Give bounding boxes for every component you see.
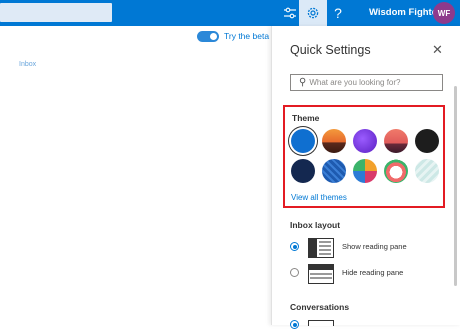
settings-search-input[interactable]: ⚲ What are you looking for? — [290, 74, 443, 91]
search-icon: ⚲ — [299, 77, 307, 88]
conversations-icon — [308, 320, 334, 326]
theme-swatch-desert[interactable] — [384, 129, 408, 153]
avatar-initials: WF — [437, 8, 451, 18]
theme-swatch-purple[interactable] — [353, 129, 377, 153]
inbox-layout-title: Inbox layout — [290, 220, 341, 230]
theme-swatch-circuit[interactable] — [322, 159, 346, 183]
folder-label[interactable]: Inbox — [19, 61, 36, 68]
beta-toggle-row: Try the beta — [197, 29, 269, 43]
gear-icon — [307, 7, 319, 19]
beta-label[interactable]: Try the beta — [224, 31, 269, 41]
theme-swatch-blue[interactable] — [291, 129, 315, 153]
beta-toggle[interactable] — [197, 30, 219, 42]
help-icon: ? — [334, 5, 342, 21]
theme-swatch-navy[interactable] — [291, 159, 315, 183]
theme-swatch-sunset[interactable] — [322, 129, 346, 153]
theme-swatch-mint[interactable] — [415, 159, 439, 183]
theme-swatch-colorful[interactable] — [353, 159, 377, 183]
top-bar: ? Wisdom Fighters WF — [0, 0, 460, 26]
hide-reading-pane-radio[interactable] — [290, 268, 299, 277]
theme-label: Theme — [292, 113, 320, 123]
avatar[interactable]: WF — [433, 2, 455, 24]
show-reading-pane-radio[interactable] — [290, 242, 299, 251]
show-reading-pane-label[interactable]: Show reading pane — [342, 242, 407, 251]
settings-button[interactable] — [299, 0, 327, 26]
panel-title: Quick Settings — [290, 43, 371, 57]
view-all-themes-link[interactable]: View all themes — [291, 193, 347, 202]
search-box[interactable] — [0, 3, 112, 22]
search-placeholder: What are you looking for? — [309, 78, 401, 87]
hide-reading-pane-icon — [308, 264, 334, 284]
toggle-knob — [210, 32, 217, 40]
conversations-title: Conversations — [290, 302, 350, 312]
sliders-icon — [284, 7, 296, 19]
close-button[interactable]: ✕ — [432, 42, 443, 58]
theme-swatch-black[interactable] — [415, 129, 439, 153]
quick-settings-panel: Quick Settings ✕ ⚲ What are you looking … — [271, 26, 460, 329]
hide-reading-pane-label[interactable]: Hide reading pane — [342, 268, 403, 277]
theme-swatch-cartoon[interactable] — [384, 159, 408, 183]
show-reading-pane-icon — [308, 238, 334, 258]
panel-scrollbar[interactable] — [454, 86, 457, 286]
help-button[interactable]: ? — [324, 0, 352, 26]
theme-section: Theme View all themes — [283, 105, 445, 208]
